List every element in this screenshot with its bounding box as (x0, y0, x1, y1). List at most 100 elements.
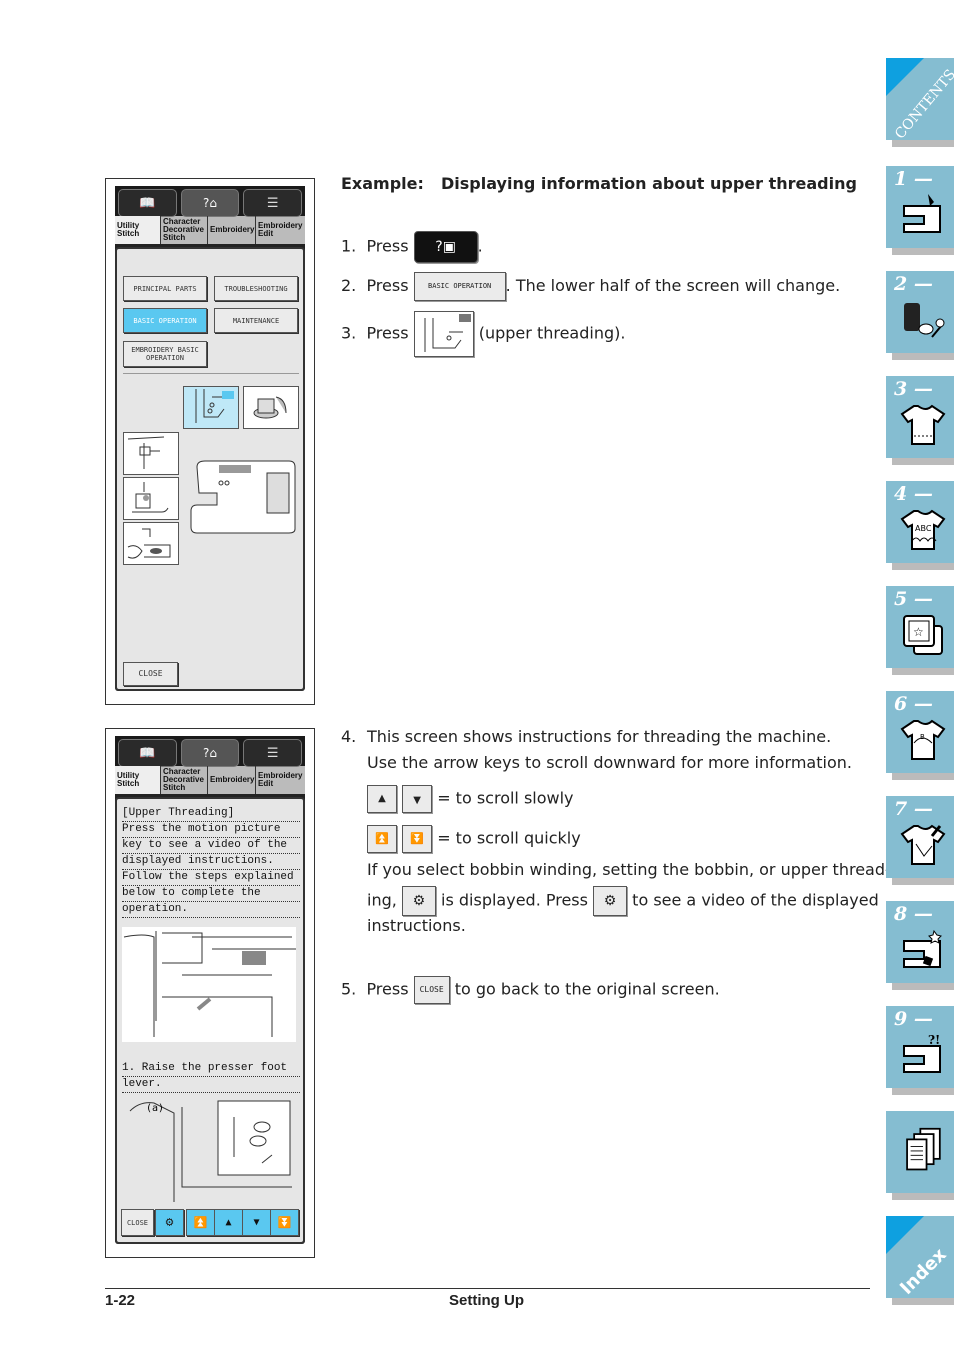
close-button[interactable]: CLOSE (121, 1209, 154, 1236)
motion-picture-icon: ⚙ (401, 886, 436, 916)
step-text: 1. Raise the presser foot lever. (122, 1061, 300, 1093)
step-text: Press (366, 276, 409, 295)
chapter-number: 6 — (894, 693, 933, 715)
tab-embroidery[interactable]: Embroidery (208, 216, 256, 244)
tab-character-decorative-stitch[interactable]: Character Decorative Stitch (161, 766, 208, 794)
tab-utility-stitch[interactable]: Utility Stitch (115, 766, 161, 794)
step-1: 1. Press ?▣. (341, 231, 483, 263)
bobbin-setting-button[interactable] (123, 522, 179, 565)
step-4-num: 4. (341, 727, 357, 746)
tab-character-decorative-stitch[interactable]: Character Decorative Stitch (161, 216, 208, 244)
svg-text:?!: ?! (928, 1033, 940, 1047)
bobbin-icon (253, 396, 287, 419)
chapter-number: 1 — (894, 168, 933, 190)
tab-bar: Utility Stitch Character Decorative Stit… (115, 216, 305, 244)
upper-threading-button[interactable] (183, 386, 239, 429)
lcd-screen: 📖 ?⌂ ☰ Utility Stitch Character Decorati… (115, 736, 305, 1244)
section-title: Setting Up (449, 1292, 524, 1309)
chapter-number: 8 — (894, 903, 933, 925)
design-shirt-icon (900, 824, 946, 865)
help-key-icon: ?▣ (413, 231, 478, 263)
close-button[interactable]: CLOSE (123, 662, 178, 686)
instruction-text: [Upper Threading] Press the motion pictu… (122, 806, 300, 918)
help-button[interactable]: ?⌂ (180, 739, 240, 767)
divider (123, 373, 299, 374)
settings-button[interactable]: ☰ (243, 189, 303, 217)
step-number: 2. (341, 276, 357, 295)
double-up-arrow-icon: ⏫ (367, 825, 397, 853)
motion-picture-icon: ⚙ (593, 886, 628, 916)
svg-text:(a): (a) (146, 1103, 164, 1114)
example-label: Example: (341, 174, 424, 193)
tab-embroidery-edit[interactable]: Embroidery Edit (256, 216, 305, 244)
scroll-down-fast-button[interactable]: ⏬ (270, 1209, 299, 1236)
tab-utility-stitch[interactable]: Utility Stitch (115, 216, 161, 244)
step-number: 3. (341, 323, 357, 343)
step-text: . The lower half of the screen will chan… (505, 276, 841, 295)
machine-threading-icon (123, 931, 296, 1037)
embroidery-basic-operation-button[interactable]: EMBROIDERY BASIC OPERATION (123, 341, 207, 367)
sidebar-tab-chapter-2[interactable]: 2 — (886, 271, 954, 360)
video-line-3: instructions. (367, 916, 466, 935)
sidebar-tab-chapter-7[interactable]: 7 — (886, 796, 954, 885)
presser-lever-icon: (a) (129, 1100, 292, 1203)
monogram-shirt-icon: B (900, 719, 946, 760)
sidebar-tab-chapter-5[interactable]: 5 — ☆ (886, 586, 954, 675)
video-reel-icon: ⚙ (165, 1214, 174, 1230)
instruction-line: displayed instructions. (122, 854, 300, 870)
chapter-number: 7 — (894, 798, 933, 820)
maintenance-button[interactable]: MAINTENANCE (214, 308, 298, 333)
down-arrow-icon: ▼ (253, 1216, 260, 1228)
presser-foot-button[interactable] (123, 477, 179, 520)
sidebar-tab-chapter-4[interactable]: 4 — ABC (886, 481, 954, 570)
sewing-machine-illustration (187, 459, 299, 537)
up-arrow-icon: ▲ (367, 785, 397, 813)
corner-marker (886, 1216, 924, 1254)
sidebar-tab-chapter-9[interactable]: 9 — ?! (886, 1006, 954, 1095)
needle-threading-button[interactable] (123, 432, 179, 475)
settings-button[interactable]: ☰ (243, 739, 303, 767)
sidebar-tab-chapter-3[interactable]: 3 — (886, 376, 954, 465)
sidebar-tab-chapter-6[interactable]: 6 — B (886, 691, 954, 780)
step-number: 5. (341, 979, 357, 999)
scroll-down-button[interactable]: ▼ (242, 1209, 271, 1236)
reference-guide-button[interactable]: 📖 (118, 189, 177, 217)
up-arrow-icon: ▲ (225, 1216, 232, 1228)
tab-embroidery[interactable]: Embroidery (208, 766, 256, 794)
tab-shadow (892, 140, 954, 147)
double-down-arrow-icon: ⏬ (277, 1215, 292, 1229)
instruction-line: below to complete the (122, 886, 300, 902)
tab-shadow (892, 1193, 954, 1200)
scroll-up-fast-button[interactable]: ⏫ (186, 1209, 215, 1236)
sidebar-tab-chapter-8[interactable]: 8 — (886, 901, 954, 990)
bobbin-winding-button[interactable] (243, 386, 299, 429)
chapter-number: 9 — (894, 1008, 933, 1030)
troubleshooting-button[interactable]: TROUBLESHOOTING (214, 276, 298, 301)
chapter-number: 3 — (894, 378, 933, 400)
instruction-line: Follow the steps explained (122, 870, 300, 886)
sidebar-tab-chapter-1[interactable]: 1 — (886, 166, 954, 255)
chapter-number: 4 — (894, 483, 933, 505)
step-5: 5. Press CLOSE to go back to the origina… (341, 976, 720, 1004)
basic-operation-button[interactable]: BASIC OPERATION (123, 308, 207, 333)
corner-marker (886, 58, 924, 96)
thread-spool-icon (904, 303, 945, 338)
help-machine-icon: ?⌂ (203, 746, 217, 760)
step-4-line2: Use the arrow keys to scroll downward fo… (367, 753, 852, 772)
tab-shadow (892, 1298, 954, 1305)
tab-shadow (892, 563, 954, 570)
principal-parts-button[interactable]: PRINCIPAL PARTS (123, 276, 207, 301)
needle-icon (127, 436, 165, 469)
sidebar-tab-pages[interactable] (886, 1111, 954, 1200)
tab-embroidery-edit[interactable]: Embroidery Edit (256, 766, 305, 794)
sidebar-tab-contents[interactable]: CONTENTS (886, 58, 954, 147)
step-number: 1. (341, 236, 357, 256)
scroll-up-button[interactable]: ▲ (214, 1209, 243, 1236)
motion-picture-button[interactable]: ⚙ (155, 1209, 184, 1236)
reference-guide-button[interactable]: 📖 (118, 739, 177, 767)
threading-illustration (122, 927, 296, 1042)
step-text: Press (366, 979, 409, 999)
sidebar-tab-index[interactable]: Index (886, 1216, 954, 1305)
bobbin-case-icon (127, 528, 171, 559)
help-button[interactable]: ?⌂ (180, 189, 240, 217)
